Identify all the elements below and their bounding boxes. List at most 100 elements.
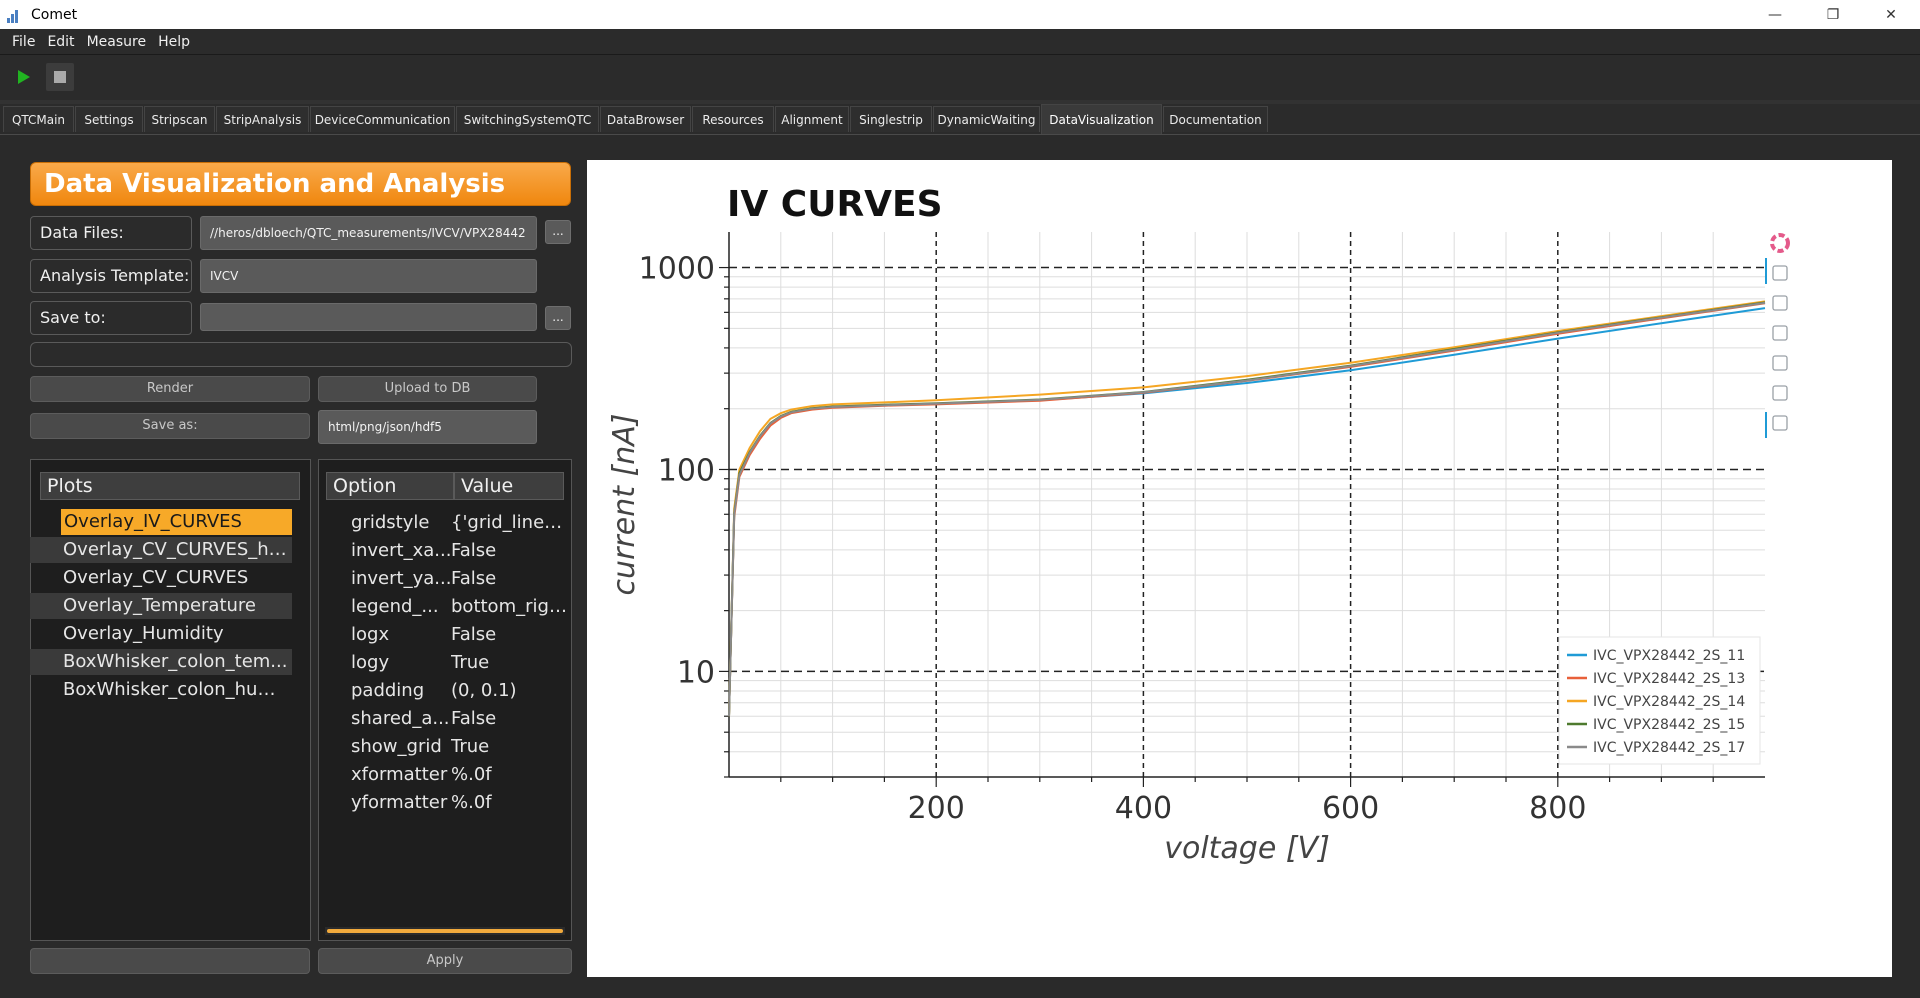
tab-qtcmain[interactable]: QTCMain bbox=[3, 106, 74, 132]
save-as-format-input[interactable]: html/png/json/hdf5 bbox=[318, 410, 537, 444]
window-title: Comet bbox=[31, 6, 78, 23]
pan-icon[interactable] bbox=[1772, 265, 1788, 281]
close-icon[interactable]: ✕ bbox=[1862, 0, 1920, 29]
tab-datavisualization[interactable]: DataVisualization bbox=[1041, 104, 1162, 134]
legend-label: IVC_VPX28442_2S_11 bbox=[1593, 648, 1745, 664]
plot-item-overlay-cv-curves[interactable]: Overlay_CV_CURVES bbox=[30, 565, 292, 591]
play-icon bbox=[18, 70, 30, 84]
legend-label: IVC_VPX28442_2S_14 bbox=[1593, 694, 1745, 710]
option-row[interactable]: xformatter %.0f bbox=[319, 761, 567, 788]
option-row[interactable]: legend_... bottom_right bbox=[319, 593, 567, 620]
title-bar: Comet — ❐ ✕ bbox=[0, 0, 1920, 29]
tab-resources[interactable]: Resources bbox=[692, 106, 774, 132]
value-column-header: Value bbox=[454, 472, 564, 500]
plot-item-overlay-temperature[interactable]: Overlay_Temperature bbox=[30, 593, 292, 619]
option-row[interactable]: invert_xa... False bbox=[319, 537, 567, 564]
hover-icon[interactable] bbox=[1772, 415, 1788, 431]
option-row[interactable]: logy True bbox=[319, 649, 567, 676]
plot-item-overlay-cv-curves-hy[interactable]: Overlay_CV_CURVES_hy... bbox=[30, 537, 292, 563]
menu-measure[interactable]: Measure bbox=[87, 34, 147, 50]
plot-item-overlay-humidity[interactable]: Overlay_Humidity bbox=[30, 621, 292, 647]
plots-header: Plots bbox=[40, 472, 300, 500]
option-value[interactable]: False bbox=[451, 565, 567, 592]
plot-item-boxwhisker-humidity[interactable]: BoxWhisker_colon_hum... bbox=[30, 677, 292, 703]
option-value[interactable]: False bbox=[451, 537, 567, 564]
save-as-button[interactable]: Save as: bbox=[30, 413, 310, 439]
app-icon bbox=[7, 7, 23, 23]
wheel-zoom-icon[interactable] bbox=[1772, 325, 1788, 341]
y-tick-label: 100 bbox=[658, 453, 715, 488]
box-zoom-icon[interactable] bbox=[1772, 295, 1788, 311]
save-to-browse-button[interactable]: ... bbox=[545, 306, 571, 330]
option-value[interactable]: False bbox=[451, 705, 567, 732]
data-files-input[interactable]: //heros/dbloech/QTC_measurements/IVCV/VP… bbox=[200, 216, 537, 250]
tab-bar: QTCMain Settings Stripscan StripAnalysis… bbox=[0, 104, 1920, 134]
x-tick-label: 800 bbox=[1529, 791, 1586, 826]
data-files-browse-button[interactable]: ... bbox=[545, 220, 571, 244]
option-row[interactable]: logx False bbox=[319, 621, 567, 648]
tab-alignment[interactable]: Alignment bbox=[775, 106, 849, 132]
maximize-icon[interactable]: ❐ bbox=[1804, 0, 1862, 29]
option-value[interactable]: {'grid_line_c... bbox=[451, 509, 567, 536]
option-row[interactable]: yformatter %.0f bbox=[319, 789, 567, 816]
tab-switchingsystemqtc[interactable]: SwitchingSystemQTC bbox=[456, 106, 599, 132]
menu-edit[interactable]: Edit bbox=[47, 34, 74, 50]
data-files-label: Data Files: bbox=[30, 216, 192, 250]
stop-button[interactable] bbox=[46, 63, 74, 91]
y-axis-label: current [nA] bbox=[607, 414, 642, 596]
menu-bar: File Edit Measure Help bbox=[0, 29, 1920, 55]
analysis-template-input[interactable]: IVCV bbox=[200, 259, 537, 293]
plot-item-boxwhisker-temperature[interactable]: BoxWhisker_colon_tem... bbox=[30, 649, 292, 675]
option-row[interactable]: padding (0, 0.1) bbox=[319, 677, 567, 704]
tab-stripanalysis[interactable]: StripAnalysis bbox=[216, 106, 309, 132]
y-tick-label: 10 bbox=[677, 655, 715, 690]
options-horizontal-scrollbar[interactable] bbox=[325, 927, 565, 935]
save-icon[interactable] bbox=[1772, 355, 1788, 371]
run-button[interactable] bbox=[9, 63, 37, 91]
option-row[interactable]: shared_a... False bbox=[319, 705, 567, 732]
option-column-header: Option bbox=[326, 472, 454, 500]
scrollbar-thumb[interactable] bbox=[327, 929, 563, 933]
render-button[interactable]: Render bbox=[30, 376, 310, 402]
menu-help[interactable]: Help bbox=[158, 34, 190, 50]
chart-panel: 200 400 600 800 10 100 1000 IV CURVES voltage [V… bbox=[587, 160, 1892, 977]
apply-button[interactable]: Apply bbox=[318, 948, 572, 974]
option-value[interactable]: (0, 0.1) bbox=[451, 677, 567, 704]
menu-file[interactable]: File bbox=[12, 34, 35, 50]
option-row[interactable]: show_grid True bbox=[319, 733, 567, 760]
x-tick-label: 600 bbox=[1322, 791, 1379, 826]
option-value[interactable]: bottom_right bbox=[451, 593, 567, 620]
save-to-label: Save to: bbox=[30, 301, 192, 335]
option-value[interactable]: True bbox=[451, 649, 567, 676]
tab-devicecommunication[interactable]: DeviceCommunication bbox=[310, 106, 455, 132]
plot-item-overlay-iv-curves[interactable]: Overlay_IV_CURVES bbox=[61, 509, 292, 535]
tab-stripscan[interactable]: Stripscan bbox=[144, 106, 215, 132]
save-to-input[interactable] bbox=[200, 303, 537, 331]
legend-label: IVC_VPX28442_2S_17 bbox=[1593, 740, 1745, 756]
legend-label: IVC_VPX28442_2S_13 bbox=[1593, 671, 1745, 687]
tab-singlestrip[interactable]: Singlestrip bbox=[850, 106, 932, 132]
left-bottom-button[interactable] bbox=[30, 948, 310, 974]
option-row[interactable]: invert_ya... False bbox=[319, 565, 567, 592]
option-value[interactable]: False bbox=[451, 621, 567, 648]
tab-documentation[interactable]: Documentation bbox=[1163, 106, 1268, 132]
tab-databrowser[interactable]: DataBrowser bbox=[600, 106, 691, 132]
tab-settings[interactable]: Settings bbox=[75, 106, 143, 132]
option-value[interactable]: True bbox=[451, 733, 567, 760]
option-value[interactable]: %.0f bbox=[451, 761, 567, 788]
progress-bar bbox=[30, 342, 572, 367]
toolbar bbox=[0, 55, 1920, 100]
panel-title: Data Visualization and Analysis bbox=[30, 162, 571, 206]
reset-icon[interactable] bbox=[1772, 385, 1788, 401]
minimize-icon[interactable]: — bbox=[1746, 0, 1804, 29]
upload-to-db-button[interactable]: Upload to DB bbox=[318, 376, 537, 402]
option-value[interactable]: %.0f bbox=[451, 789, 567, 816]
legend-label: IVC_VPX28442_2S_15 bbox=[1593, 717, 1745, 733]
stop-icon bbox=[54, 71, 66, 83]
bokeh-logo-icon[interactable] bbox=[1770, 233, 1790, 253]
x-tick-label: 400 bbox=[1115, 791, 1172, 826]
tab-dynamicwaiting[interactable]: DynamicWaiting bbox=[933, 106, 1040, 132]
analysis-template-label: Analysis Template: bbox=[30, 259, 192, 293]
chart-title: IV CURVES bbox=[727, 184, 943, 225]
option-row[interactable]: gridstyle{'grid_line_c... bbox=[319, 509, 567, 536]
